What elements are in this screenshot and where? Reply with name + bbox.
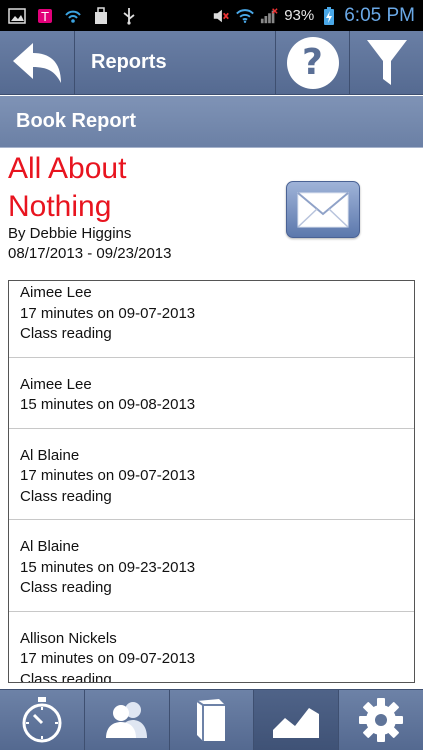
list-item[interactable]: Al Blaine 15 minutes on 09-23-2013 Class… bbox=[9, 520, 414, 612]
book-author: By Debbie Higgins bbox=[8, 225, 132, 242]
entry-detail: 17 minutes on 09-07-2013 bbox=[20, 304, 196, 322]
filter-icon bbox=[366, 39, 407, 85]
signal-icon bbox=[260, 7, 278, 25]
entry-student: Al Blaine bbox=[20, 446, 80, 464]
students-icon bbox=[105, 702, 147, 738]
stopwatch-icon bbox=[22, 697, 62, 743]
gear-icon bbox=[359, 698, 404, 742]
tab-students[interactable] bbox=[85, 690, 170, 750]
entry-note: Class reading bbox=[20, 579, 112, 596]
entry-detail: 15 minutes on 09-23-2013 bbox=[20, 558, 196, 576]
bag-icon bbox=[92, 6, 110, 25]
book-icon bbox=[196, 699, 226, 741]
entry-note: Class reading bbox=[20, 670, 112, 683]
entry-student: Allison Nickels bbox=[20, 629, 117, 647]
tab-reports[interactable] bbox=[254, 690, 340, 750]
book-title: All About Nothing bbox=[8, 150, 278, 226]
wifi-icon bbox=[236, 7, 255, 25]
filter-button[interactable] bbox=[349, 31, 423, 94]
section-title: Book Report bbox=[0, 96, 423, 148]
battery-percent: 93% bbox=[284, 7, 315, 24]
entry-detail: 17 minutes on 09-07-2013 bbox=[20, 467, 196, 484]
status-bar: T 93% 6:05 PM bbox=[0, 0, 423, 31]
entry-detail: 17 minutes on 09-07-2013 bbox=[20, 650, 196, 667]
mute-icon bbox=[212, 7, 230, 25]
email-button[interactable] bbox=[286, 181, 360, 238]
date-range: 08/17/2013 - 09/23/2013 bbox=[8, 245, 172, 262]
image-icon bbox=[8, 7, 26, 25]
wifi-sync-icon bbox=[64, 7, 82, 25]
entry-student: Aimee Lee bbox=[20, 375, 92, 393]
back-arrow-icon bbox=[13, 42, 61, 83]
usb-icon bbox=[120, 7, 138, 25]
list-item[interactable]: Aimee Lee 17 minutes on 09-07-2013 Class… bbox=[9, 281, 414, 358]
list-item[interactable]: Allison Nickels 17 minutes on 09-07-2013… bbox=[9, 612, 414, 683]
tab-timer[interactable] bbox=[0, 690, 85, 750]
entry-note: Class reading bbox=[20, 325, 112, 342]
tmobile-icon: T bbox=[36, 7, 54, 25]
page-title: Reports bbox=[91, 51, 167, 73]
list-item[interactable]: Al Blaine 17 minutes on 09-07-2013 Class… bbox=[9, 429, 414, 520]
chart-icon bbox=[273, 708, 320, 738]
reading-log-list[interactable]: Aimee Lee 17 minutes on 09-07-2013 Class… bbox=[8, 280, 415, 683]
envelope-icon bbox=[297, 191, 349, 228]
svg-text:T: T bbox=[40, 10, 49, 24]
bottom-tab-bar bbox=[0, 689, 423, 750]
clock: 6:05 PM bbox=[344, 4, 415, 26]
book-title-line1: All About bbox=[8, 152, 127, 185]
entry-student: Al Blaine bbox=[20, 538, 80, 555]
entry-note: Class reading bbox=[20, 487, 112, 505]
battery-charging-icon bbox=[320, 6, 338, 25]
app-header: Reports ? bbox=[0, 31, 423, 95]
entry-detail: 15 minutes on 09-08-2013 bbox=[20, 396, 196, 413]
tab-settings[interactable] bbox=[339, 690, 423, 750]
book-title-line2: Nothing bbox=[8, 190, 112, 223]
tab-books[interactable] bbox=[170, 690, 255, 750]
entry-student: Aimee Lee bbox=[20, 284, 92, 301]
help-button[interactable]: ? bbox=[275, 31, 349, 94]
list-item[interactable]: Aimee Lee 15 minutes on 09-08-2013 bbox=[9, 358, 414, 429]
help-icon: ? bbox=[286, 36, 339, 89]
back-button[interactable] bbox=[0, 31, 75, 94]
